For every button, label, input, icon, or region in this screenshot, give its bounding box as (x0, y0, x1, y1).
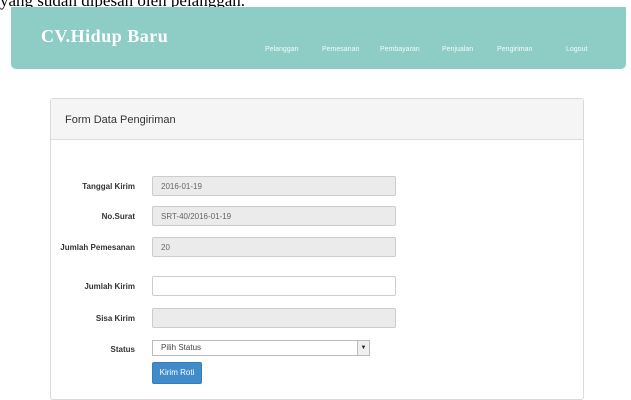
panel-heading: Form Data Pengiriman (51, 99, 583, 140)
chevron-down-icon[interactable]: ▼ (357, 341, 369, 355)
jumlah-pemesanan-field[interactable] (152, 237, 396, 257)
tanggal-kirim-field[interactable] (152, 176, 396, 196)
nav-pengiriman[interactable]: Pengiriman (497, 46, 532, 53)
label-jumlah-kirim: Jumlah Kirim (84, 282, 135, 291)
no-surat-field[interactable] (152, 206, 396, 226)
label-jumlah-pemesanan: Jumlah Pemesanan (60, 243, 135, 252)
nav-penjualan[interactable]: Penjualan (442, 46, 473, 53)
nav-pelanggan[interactable]: Pelanggan (265, 46, 298, 53)
jumlah-kirim-input[interactable] (152, 276, 396, 296)
label-sisa-kirim: Sisa Kirim (95, 314, 135, 323)
sisa-kirim-field[interactable] (152, 308, 396, 328)
kirim-roti-button[interactable]: Kirim Roti (152, 362, 202, 384)
nav-pemesanan[interactable]: Pemesanan (322, 46, 359, 53)
nav-logout[interactable]: Logout (566, 46, 587, 53)
panel-title: Form Data Pengiriman (65, 114, 176, 126)
label-no-surat: No.Surat (101, 212, 135, 221)
status-selected-value: Pilih Status (161, 343, 202, 352)
label-tanggal-kirim: Tanggal Kirim (82, 182, 135, 191)
status-select[interactable]: Pilih Status ▼ (152, 340, 370, 356)
label-status: Status (110, 345, 135, 354)
brand-logo[interactable]: CV.Hidup Baru (41, 26, 168, 47)
navbar: CV.Hidup Baru Pelanggan Pemesanan Pembay… (11, 7, 626, 69)
nav-pembayaran[interactable]: Pembayaran (380, 46, 420, 53)
